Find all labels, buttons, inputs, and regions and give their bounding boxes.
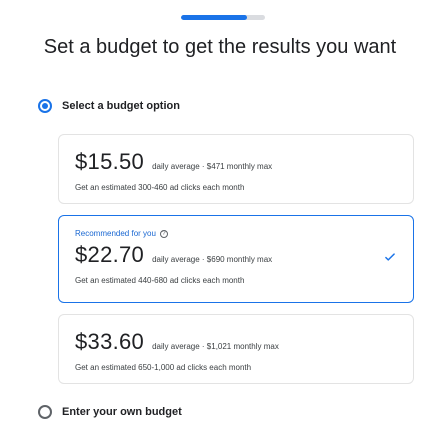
own-budget-option[interactable]: Enter your own budget: [38, 403, 182, 421]
select-budget-option[interactable]: Select a budget option: [38, 97, 180, 115]
select-budget-option-label: Select a budget option: [62, 100, 180, 112]
progress-bar: [181, 15, 265, 20]
help-icon[interactable]: ?: [159, 229, 168, 238]
recommended-label-row: Recommended for you ?: [75, 229, 397, 238]
budget-card-22-70[interactable]: Recommended for you ? $22.70 daily avera…: [58, 215, 414, 303]
budget-description: Get an estimated 300-460 ad clicks each …: [75, 183, 245, 192]
check-icon: [385, 253, 395, 261]
progress-bar-fill: [181, 15, 247, 20]
budget-price: $33.60: [75, 329, 145, 354]
radio-unselected-icon[interactable]: [38, 405, 52, 419]
budget-card-33-60[interactable]: $33.60 daily average · $1,021 monthly ma…: [58, 314, 414, 384]
budget-meta: daily average · $471 monthly max: [152, 162, 273, 171]
budget-meta: daily average · $1,021 monthly max: [152, 342, 279, 351]
radio-selected-icon[interactable]: [38, 99, 52, 113]
budget-description: Get an estimated 440-680 ad clicks each …: [75, 276, 245, 285]
budget-description: Get an estimated 650-1,000 ad clicks eac…: [75, 363, 252, 372]
page-title: Set a budget to get the results you want: [43, 36, 397, 58]
own-budget-option-label: Enter your own budget: [62, 406, 182, 418]
budget-price: $15.50: [75, 149, 145, 174]
budget-price: $22.70: [75, 242, 145, 267]
budget-meta: daily average · $690 monthly max: [152, 255, 273, 264]
recommended-label: Recommended for you: [75, 229, 156, 238]
budget-card-15-50[interactable]: $15.50 daily average · $471 monthly max …: [58, 134, 414, 204]
